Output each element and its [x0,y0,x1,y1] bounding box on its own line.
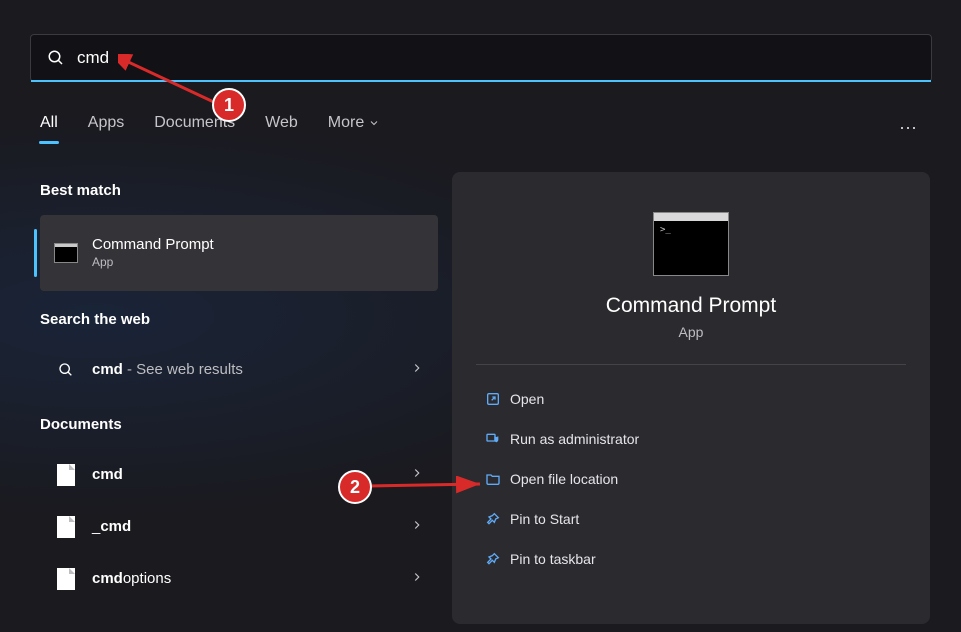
more-options-button[interactable]: ⋯ [899,118,919,139]
action-run-admin[interactable]: Run as administrator [476,419,906,459]
result-web-search[interactable]: cmd - See web results [40,344,438,396]
preview-pane: Command Prompt App Open Run as administr… [452,172,930,624]
divider [476,364,906,365]
chevron-right-icon [410,518,424,537]
search-input[interactable] [77,48,915,68]
filter-tabs: All Apps Documents Web More [40,114,380,142]
search-icon [47,49,65,67]
command-prompt-icon [653,212,729,276]
result-document[interactable]: cmd [40,449,438,501]
document-icon [54,464,78,486]
command-prompt-icon [54,243,78,263]
heading-best-match: Best match [40,182,438,199]
chevron-right-icon [410,570,424,589]
result-best-match[interactable]: Command Prompt App [40,215,438,291]
results-left-column: Best match Command Prompt App Search the… [40,182,438,605]
tab-documents[interactable]: Documents [154,114,235,142]
shield-icon [476,431,510,447]
action-open-location[interactable]: Open file location [476,459,906,499]
action-label: Run as administrator [510,431,639,447]
tab-apps[interactable]: Apps [88,114,124,142]
folder-icon [476,471,510,487]
action-label: Pin to taskbar [510,551,596,567]
chevron-right-icon [410,361,424,380]
open-icon [476,391,510,407]
tab-all[interactable]: All [40,114,58,142]
result-document[interactable]: _cmd [40,501,438,553]
action-pin-start[interactable]: Pin to Start [476,499,906,539]
result-web-query: cmd [92,361,123,378]
action-open[interactable]: Open [476,379,906,419]
pin-icon [476,551,510,567]
action-label: Open file location [510,471,618,487]
tab-web[interactable]: Web [265,114,298,142]
action-label: Pin to Start [510,511,579,527]
preview-title: Command Prompt [476,294,906,318]
pin-icon [476,511,510,527]
chevron-right-icon [410,466,424,485]
action-pin-taskbar[interactable]: Pin to taskbar [476,539,906,579]
preview-subtitle: App [476,324,906,340]
tab-more[interactable]: More [328,114,380,142]
document-icon [54,568,78,590]
result-web-hint: - See web results [123,361,243,378]
search-icon [54,362,78,378]
action-label: Open [510,391,544,407]
result-subtitle: App [92,255,424,270]
heading-documents: Documents [40,416,438,433]
search-bar[interactable] [30,34,932,82]
heading-search-web: Search the web [40,311,438,328]
result-document[interactable]: cmdoptions [40,553,438,605]
result-title: Command Prompt [92,236,424,255]
document-icon [54,516,78,538]
